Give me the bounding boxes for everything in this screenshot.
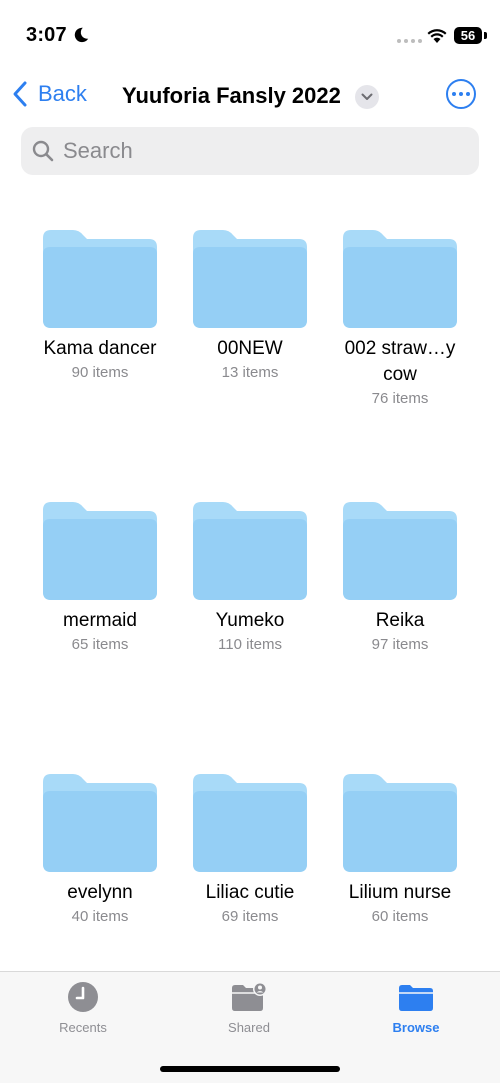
folder-item[interactable]: evelynn 40 items: [25, 774, 175, 925]
status-bar: 3:07 56: [0, 0, 500, 70]
cellular-signal-icon: [397, 39, 422, 43]
folder-icon: [399, 985, 433, 1011]
ellipsis-icon: [452, 92, 456, 96]
folder-name: Yumeko: [215, 610, 285, 631]
folder-item-count: 60 items: [371, 908, 429, 925]
home-indicator: [160, 1066, 340, 1072]
folder-item[interactable]: Kama dancer 90 items: [25, 230, 175, 381]
chevron-down-icon: [361, 93, 373, 100]
tab-label: Browse: [392, 1020, 440, 1035]
tab-label: Recents: [59, 1020, 107, 1035]
folder-item-count: 40 items: [71, 908, 129, 925]
chevron-left-icon: [13, 81, 27, 107]
battery-tip: [484, 32, 487, 39]
folder-icon: [43, 774, 157, 872]
status-time: 3:07: [26, 24, 67, 46]
folder-name: Kama dancer: [43, 338, 157, 359]
back-button[interactable]: Back: [12, 80, 87, 108]
folder-name: 002 straw…y cow: [344, 338, 456, 385]
tab-label: Shared: [228, 1020, 270, 1035]
folder-name: evelynn: [67, 882, 133, 903]
battery-indicator: 56: [454, 27, 482, 44]
folder-icon: [193, 230, 307, 328]
folder-item-count: 76 items: [371, 390, 429, 407]
folder-item[interactable]: Lilium nurse 60 items: [325, 774, 475, 925]
folder-item-count: 13 items: [221, 364, 279, 381]
tab-browse[interactable]: Browse: [361, 980, 471, 1035]
navigation-bar: Back Yuuforia Fansly 2022: [0, 74, 500, 118]
folder-item[interactable]: Reika 97 items: [325, 502, 475, 653]
folder-icon: [343, 502, 457, 600]
wifi-icon: [427, 29, 447, 43]
folder-icon: [343, 230, 457, 328]
folder-name: 00NEW: [217, 338, 283, 359]
folder-item[interactable]: Liliac cutie 69 items: [175, 774, 325, 925]
folder-icon: [193, 502, 307, 600]
folder-item-count: 65 items: [71, 636, 129, 653]
folder-item[interactable]: mermaid 65 items: [25, 502, 175, 653]
folder-name: Lilium nurse: [348, 882, 452, 903]
folder-item[interactable]: Yumeko 110 items: [175, 502, 325, 653]
folder-item-count: 90 items: [71, 364, 129, 381]
back-label: Back: [38, 81, 87, 106]
moon-icon: [74, 27, 89, 43]
folder-item[interactable]: 00NEW 13 items: [175, 230, 325, 381]
clock-icon: [68, 982, 98, 1012]
folder-icon: [43, 502, 157, 600]
folder-item-count: 110 items: [218, 636, 282, 653]
folder-item-count: 69 items: [221, 908, 279, 925]
search-bar[interactable]: [21, 127, 479, 175]
folder-icon: [193, 774, 307, 872]
folder-name: Liliac cutie: [205, 882, 295, 903]
search-input[interactable]: [63, 138, 443, 164]
folder-name: mermaid: [63, 610, 137, 631]
folder-name: Reika: [375, 610, 425, 631]
page-title[interactable]: Yuuforia Fansly 2022: [122, 83, 341, 109]
search-icon: [32, 140, 54, 162]
folder-item-count: 97 items: [371, 636, 429, 653]
folder-item[interactable]: 002 straw…y cow 76 items: [325, 230, 475, 407]
tab-shared[interactable]: Shared: [194, 980, 304, 1035]
more-options-button[interactable]: [446, 79, 476, 109]
folder-icon: [343, 774, 457, 872]
shared-folder-icon: [232, 982, 267, 1011]
tab-recents[interactable]: Recents: [28, 980, 138, 1035]
folder-icon: [43, 230, 157, 328]
title-menu-button[interactable]: [355, 85, 379, 109]
